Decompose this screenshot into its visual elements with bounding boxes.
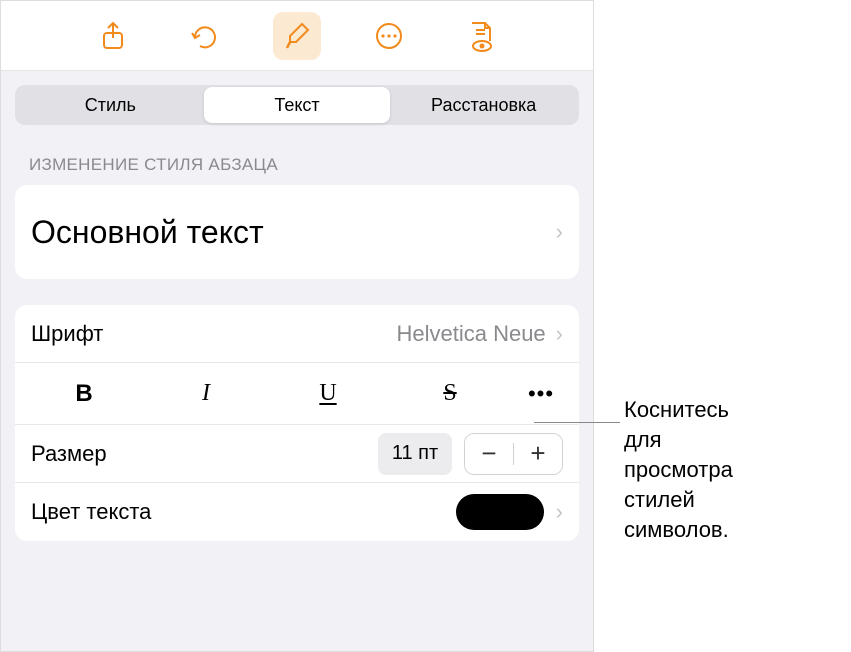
section-header: ИЗМЕНЕНИЕ СТИЛЯ АБЗАЦА [15,147,579,185]
document-view-icon [467,20,495,52]
text-style-row: B I U S ••• [15,363,579,425]
paragraph-style-card: Основной текст › [15,185,579,279]
italic-button[interactable]: I [145,363,267,424]
bold-button[interactable]: B [23,363,145,424]
underline-button[interactable]: U [267,363,389,424]
size-value[interactable]: 11 пт [378,433,452,475]
size-decrease-button[interactable]: − [465,434,513,474]
top-toolbar [1,1,593,71]
font-row[interactable]: Шрифт Helvetica Neue › [15,305,579,363]
callout-text: Коснитесь для просмотра стилей символов. [624,395,733,545]
undo-icon [189,21,221,51]
undo-button[interactable] [181,12,229,60]
size-label: Размер [31,441,107,467]
share-icon [99,21,127,51]
paragraph-style-label: Основной текст [31,214,556,251]
document-view-button[interactable] [457,12,505,60]
size-stepper: − + [464,433,563,475]
font-label: Шрифт [31,321,103,347]
segmented-control: Стиль Текст Расстановка [15,85,579,125]
tab-style[interactable]: Стиль [17,87,204,123]
text-color-swatch[interactable] [456,494,544,530]
text-color-row[interactable]: Цвет текста › [15,483,579,541]
format-panel: Стиль Текст Расстановка ИЗМЕНЕНИЕ СТИЛЯ … [0,0,594,652]
chevron-right-icon: › [556,499,563,525]
font-card: Шрифт Helvetica Neue › B I U S ••• Разме… [15,305,579,541]
chevron-right-icon: › [556,321,563,347]
format-button[interactable] [273,12,321,60]
size-row: Размер 11 пт − + [15,425,579,483]
panel-content: Стиль Текст Расстановка ИЗМЕНЕНИЕ СТИЛЯ … [1,71,593,651]
size-increase-button[interactable]: + [514,434,562,474]
tab-text[interactable]: Текст [204,87,391,123]
format-brush-icon [282,21,312,51]
text-style-more-button[interactable]: ••• [511,381,571,407]
chevron-right-icon: › [556,219,563,245]
more-circle-icon [374,21,404,51]
strikethrough-button[interactable]: S [389,363,511,424]
paragraph-style-row[interactable]: Основной текст › [15,185,579,279]
callout-connector [534,422,620,423]
text-color-label: Цвет текста [31,499,151,525]
share-button[interactable] [89,12,137,60]
more-button[interactable] [365,12,413,60]
font-value: Helvetica Neue [396,321,545,347]
tab-layout[interactable]: Расстановка [390,87,577,123]
